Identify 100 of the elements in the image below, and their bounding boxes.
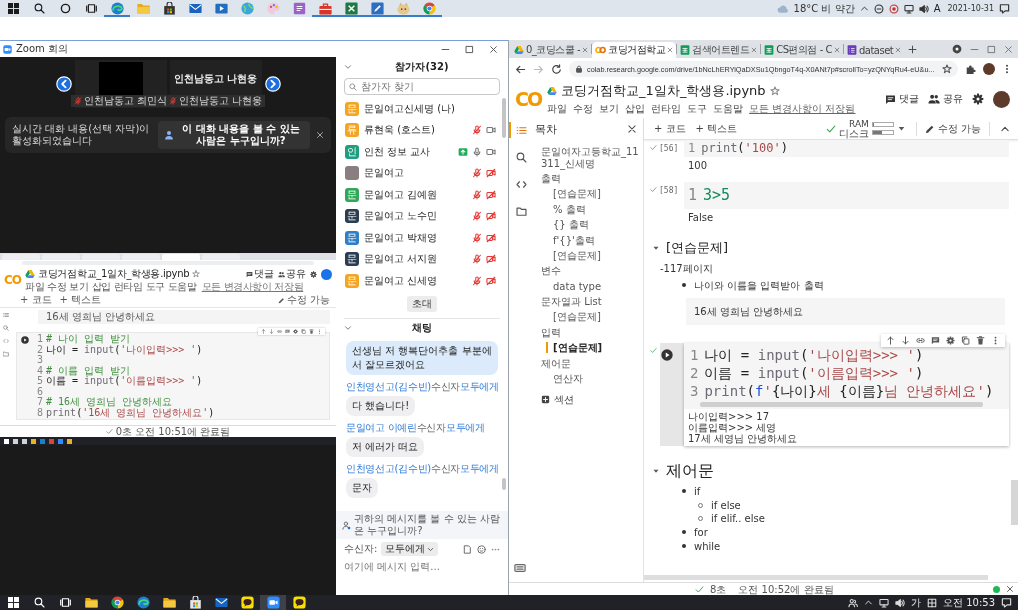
close-icon[interactable] (316, 131, 324, 139)
close-icon[interactable] (1004, 44, 1013, 54)
run-button-icon[interactable] (661, 349, 673, 361)
chat-bubble-icon[interactable] (240, 596, 254, 609)
plus-icon[interactable] (908, 44, 918, 54)
scrollbar[interactable] (644, 575, 988, 580)
spreadsheet-icon[interactable] (344, 1, 358, 15)
pen-icon[interactable] (370, 1, 384, 15)
participant-row[interactable]: 문일여고 (336, 162, 500, 184)
toc-item[interactable]: 출력 (531, 171, 643, 187)
chevron-down-icon[interactable] (344, 324, 352, 332)
caret-icon[interactable] (896, 124, 906, 133)
menu-item[interactable]: 삽입 (625, 102, 646, 116)
file-icon[interactable] (463, 544, 472, 554)
chevron-down-icon[interactable] (344, 62, 352, 71)
close-icon[interactable] (667, 47, 674, 53)
save-status-link[interactable]: 모든 변경사항이 저장됨 (749, 102, 856, 116)
emoji-icon[interactable] (477, 544, 486, 554)
toolbox-icon[interactable] (318, 1, 332, 15)
settings-icon[interactable] (972, 93, 984, 105)
task-view-icon[interactable] (59, 597, 71, 608)
reload-icon[interactable] (551, 63, 562, 75)
monitor-icon[interactable] (903, 3, 914, 14)
chevron-up-icon[interactable] (859, 4, 869, 13)
back-icon[interactable] (515, 63, 526, 75)
toc-item[interactable]: [연습문제] (531, 186, 643, 203)
avatar[interactable] (983, 63, 995, 75)
monitor-icon[interactable] (879, 597, 889, 608)
toc-item[interactable]: [연습문제] (531, 248, 643, 264)
comment-button[interactable]: 댓글 (885, 92, 919, 106)
participant-row[interactable]: 문 문일여고 신세영 (336, 270, 500, 292)
menu-item[interactable]: 도움말 (713, 102, 744, 116)
browser-tab[interactable]: 0_코딩스쿨 - (511, 42, 592, 58)
star-icon[interactable] (769, 86, 780, 96)
scrollbar[interactable] (502, 98, 506, 138)
star-icon[interactable] (942, 64, 952, 74)
people-icon[interactable] (848, 597, 858, 608)
menu-item[interactable]: 런타임 (651, 102, 682, 116)
add-section-button[interactable]: 섹션 (541, 392, 574, 407)
toc-item[interactable]: 제어문 (531, 355, 643, 372)
clock-time[interactable]: 오전 10:53 (943, 596, 995, 609)
scrollbar[interactable] (502, 477, 506, 490)
maximize-icon[interactable] (465, 44, 474, 54)
edit-mode-button[interactable]: 수정 가능 (915, 121, 990, 136)
keyboard-icon[interactable] (514, 562, 526, 574)
toc-item[interactable]: [연습문제] (531, 340, 643, 356)
add-cell-button[interactable]: + 텍스트 (695, 121, 738, 136)
share-button[interactable]: 공유 (928, 92, 963, 106)
scrollbar[interactable] (1011, 480, 1018, 525)
search-field[interactable]: 참가자 찾기 (344, 78, 500, 95)
palette-icon[interactable] (266, 1, 280, 15)
settings-icon[interactable] (946, 336, 955, 345)
link-icon[interactable] (916, 336, 925, 345)
toc-item[interactable]: 입력 (531, 325, 643, 341)
code-cell[interactable]: 1 print('100') (684, 140, 1009, 157)
clock-date[interactable]: 2021-10-31 (947, 4, 994, 13)
toc-item[interactable]: % 출력 (531, 202, 643, 218)
browser-tab[interactable]: dataset (843, 42, 905, 58)
browser-tab[interactable]: 검색어트렌드 (677, 42, 761, 58)
code-cell[interactable]: 1 나이 = input('나이입력>>> ') 2 이름 = input('이름입력>>> ') 3 print(f'{나이}세 {이름}님 안녕하세요') (684, 343, 1009, 409)
viewers-button[interactable]: 이 대화 내용을 볼 수 있는 사람은 누구입니까? (158, 121, 310, 149)
notebook-title[interactable]: 코딩거점학교_1일차_학생용.ipynb (561, 82, 766, 100)
envelope-icon[interactable] (214, 596, 228, 609)
account-circle-icon[interactable] (952, 44, 962, 54)
close-icon[interactable] (489, 44, 498, 54)
toc-item[interactable]: 문일여자고등학교_11311_신세명 (531, 144, 643, 172)
chevron-right-icon[interactable] (264, 76, 281, 92)
minus-circle-icon[interactable] (873, 3, 884, 14)
copy-icon[interactable] (961, 336, 970, 345)
start-icon[interactable] (7, 597, 19, 608)
toc-item[interactable]: [연습문제] (531, 309, 643, 326)
puzzle-icon[interactable] (965, 63, 976, 75)
chat-bubble-icon[interactable] (292, 596, 306, 609)
participant-row[interactable]: 인 인천 정보 교사 (336, 141, 500, 163)
arrow-up-icon[interactable] (886, 336, 895, 345)
search-icon[interactable] (33, 597, 45, 608)
toc-item[interactable]: 연산자 (531, 371, 643, 387)
toc-item[interactable]: f'{}'출력 (531, 232, 643, 249)
participant-row[interactable]: 문 문일여고신세명 (나) (336, 98, 500, 120)
browser-logo-icon[interactable] (110, 596, 124, 609)
shopping-bag-icon[interactable] (162, 1, 176, 15)
scrollbar[interactable] (700, 402, 983, 407)
input-mode-indicator[interactable]: 가 (911, 595, 921, 610)
menu-item[interactable]: 파일 (547, 102, 568, 116)
participant-row[interactable]: 문 문일여고 노수민 (336, 205, 500, 227)
notebook-icon[interactable] (292, 1, 306, 15)
video-icon[interactable] (214, 1, 228, 15)
record-icon[interactable] (888, 3, 899, 14)
message-input[interactable]: 여기에 메시지 입력... (344, 559, 500, 573)
menu-item[interactable]: 도구 (687, 102, 708, 116)
toc-item[interactable]: data type (531, 279, 643, 295)
delete-icon[interactable] (976, 336, 985, 345)
participant-row[interactable]: 문 문일여고 서지원 (336, 248, 500, 270)
add-cell-button[interactable]: + 코드 (654, 121, 686, 136)
close-icon[interactable] (1006, 585, 1014, 593)
browser-tab[interactable]: 코딩거점학교 (592, 42, 677, 58)
swirl-logo-icon[interactable] (136, 596, 150, 609)
menu-item[interactable]: 수정 (573, 102, 594, 116)
comment-icon[interactable] (931, 336, 940, 345)
circle-icon[interactable] (59, 2, 71, 14)
